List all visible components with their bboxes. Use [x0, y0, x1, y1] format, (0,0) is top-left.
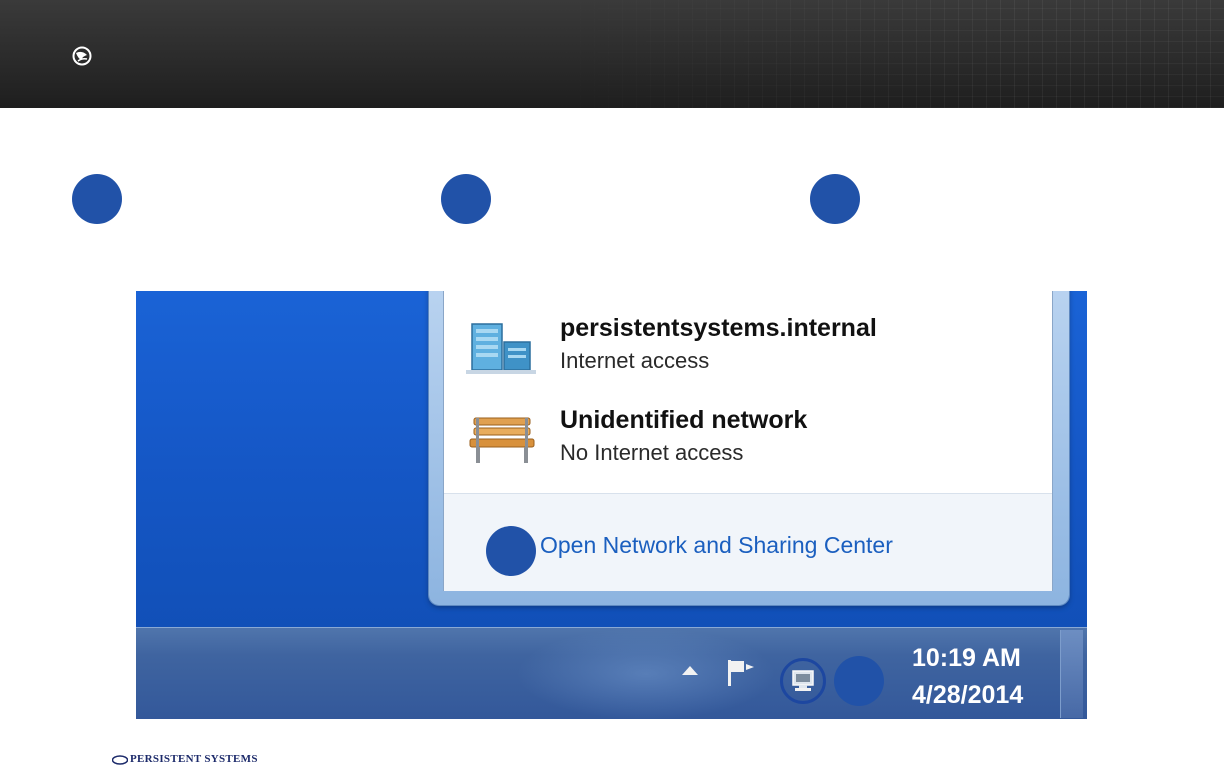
clock-time[interactable]: 10:19 AM — [912, 644, 1021, 673]
domain-network-icon — [466, 323, 536, 374]
network-name: Unidentified network — [560, 406, 808, 434]
network-status: Internet access — [560, 348, 710, 373]
network-icon — [792, 670, 814, 691]
header-pattern — [524, 0, 1224, 108]
taskbar: 10:19 AM 4/28/2014 — [136, 627, 1087, 719]
persistent-swoosh-icon — [112, 755, 128, 765]
action-center-flag-icon[interactable] — [726, 658, 758, 688]
network-item[interactable]: Unidentified network No Internet access — [444, 402, 1052, 482]
network-item[interactable]: persistentsystems.internal Internet acce… — [444, 310, 1052, 390]
open-network-sharing-center-link[interactable]: Open Network and Sharing Center — [540, 532, 893, 559]
network-flyout-panel: persistentsystems.internal Internet acce… — [443, 291, 1053, 591]
step-marker-2 — [441, 174, 491, 224]
network-name: persistentsystems.internal — [560, 314, 877, 342]
network-flyout-footer: Open Network and Sharing Center — [444, 493, 1052, 591]
network-tray-button[interactable] — [780, 658, 826, 704]
page-header — [0, 0, 1224, 108]
persistent-systems-logo-icon — [72, 46, 92, 66]
clock-date[interactable]: 4/28/2014 — [912, 681, 1023, 710]
step-marker-flyout — [486, 526, 536, 576]
company-name: PERSISTENT SYSTEMS — [130, 753, 258, 765]
footer-company-logo: PERSISTENT SYSTEMS — [112, 750, 262, 770]
show-hidden-icons-arrow-icon[interactable] — [682, 666, 698, 675]
network-flyout: persistentsystems.internal Internet acce… — [429, 291, 1069, 605]
network-status: No Internet access — [560, 440, 744, 465]
show-desktop-button[interactable] — [1060, 630, 1083, 718]
windows-desktop-screenshot: persistentsystems.internal Internet acce… — [136, 291, 1087, 719]
public-bench-network-icon — [469, 417, 535, 463]
step-marker-1 — [72, 174, 122, 224]
step-marker-tray — [834, 656, 884, 706]
step-marker-3 — [810, 174, 860, 224]
